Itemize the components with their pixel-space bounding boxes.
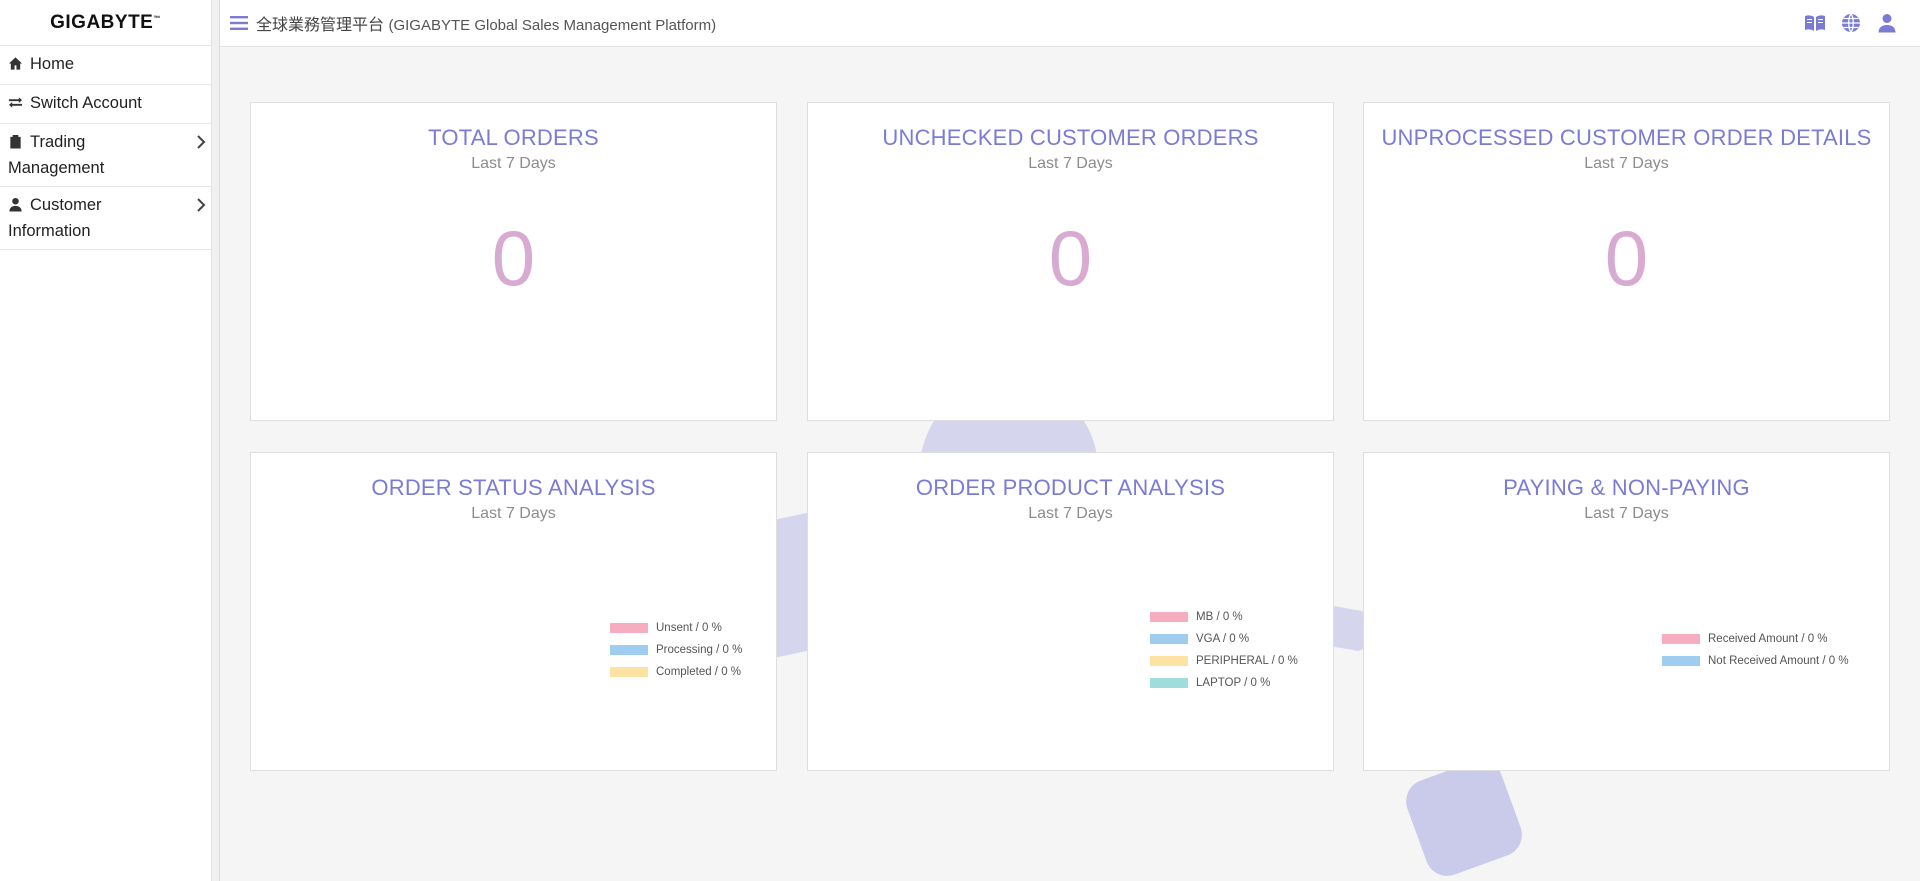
chevron-right-icon[interactable]	[195, 132, 207, 156]
sidebar: GIGABYTE™ Home Switch Account Trading Ma…	[0, 0, 212, 881]
book-icon[interactable]	[1804, 12, 1826, 34]
chevron-right-icon[interactable]	[195, 195, 207, 219]
sidebar-item-label: Switch Account	[30, 94, 142, 112]
hamburger-menu-icon[interactable]	[230, 13, 250, 33]
home-icon	[8, 54, 24, 78]
unprocessed-order-details-card: UNPROCESSED CUSTOMER ORDER DETAILS Last …	[1363, 102, 1890, 421]
paying-non-paying-card: PAYING & NON-PAYING Last 7 Days Received…	[1363, 452, 1890, 771]
card-subtitle: Last 7 Days	[471, 505, 556, 522]
legend-item[interactable]: Processing / 0 %	[610, 639, 742, 661]
gigabyte-logo[interactable]: GIGABYTE™	[0, 0, 211, 46]
user-icon[interactable]	[1876, 12, 1898, 34]
card-subtitle: Last 7 Days	[1028, 505, 1113, 522]
legend-item[interactable]: Unsent / 0 %	[610, 617, 742, 639]
legend-label: Completed / 0 %	[656, 666, 742, 678]
legend-item[interactable]: Completed / 0 %	[610, 661, 742, 683]
legend-label: Not Received Amount / 0 %	[1708, 655, 1849, 667]
legend-swatch	[1150, 612, 1188, 622]
legend-label: PERIPHERAL / 0 %	[1196, 655, 1298, 667]
legend-label: VGA / 0 %	[1196, 633, 1250, 645]
unchecked-orders-value: 0	[808, 219, 1333, 297]
legend-item[interactable]: LAPTOP / 0 %	[1150, 672, 1298, 694]
unchecked-customer-orders-card: UNCHECKED CUSTOMER ORDERS Last 7 Days 0	[807, 102, 1334, 421]
unprocessed-details-value: 0	[1364, 219, 1889, 297]
card-subtitle: Last 7 Days	[1028, 155, 1113, 172]
sidebar-item-trading-management[interactable]: Trading Management	[0, 124, 211, 187]
legend-item[interactable]: Not Received Amount / 0 %	[1662, 650, 1849, 672]
legend-swatch	[1662, 634, 1700, 644]
legend-swatch	[1150, 634, 1188, 644]
card-subtitle: Last 7 Days	[1584, 505, 1669, 522]
legend-label: Processing / 0 %	[656, 644, 743, 656]
card-title: UNCHECKED CUSTOMER ORDERS	[882, 125, 1259, 150]
page-title: 全球業務管理平台 (GIGABYTE Global Sales Manageme…	[256, 15, 717, 34]
total-orders-value: 0	[251, 219, 776, 297]
clipboard-icon	[8, 132, 24, 156]
sidebar-item-customer-information[interactable]: Customer Information	[0, 187, 211, 250]
legend-swatch	[1150, 656, 1188, 666]
legend-swatch	[610, 623, 648, 633]
decorative-shape	[1399, 753, 1529, 881]
legend-label: MB / 0 %	[1196, 611, 1243, 623]
sidebar-item-home[interactable]: Home	[0, 46, 211, 85]
card-title: PAYING & NON-PAYING	[1503, 475, 1750, 500]
globe-icon[interactable]	[1840, 12, 1862, 34]
legend-item[interactable]: Received Amount / 0 %	[1662, 628, 1849, 650]
order-status-analysis-card: ORDER STATUS ANALYSIS Last 7 Days Unsent…	[250, 452, 777, 771]
legend-item[interactable]: VGA / 0 %	[1150, 628, 1298, 650]
sidebar-item-switch-account[interactable]: Switch Account	[0, 85, 211, 124]
chart-legend: Unsent / 0 % Processing / 0 % Completed …	[610, 617, 742, 683]
card-title: TOTAL ORDERS	[428, 125, 599, 150]
switch-icon	[8, 93, 24, 117]
sidebar-divider	[212, 0, 220, 881]
user-icon	[8, 195, 24, 219]
chart-legend: MB / 0 % VGA / 0 % PERIPHERAL / 0 % LAPT…	[1150, 606, 1298, 694]
card-title: ORDER STATUS ANALYSIS	[371, 475, 656, 500]
legend-label: Unsent / 0 %	[656, 622, 722, 634]
total-orders-card: TOTAL ORDERS Last 7 Days 0	[250, 102, 777, 421]
card-title: ORDER PRODUCT ANALYSIS	[915, 475, 1226, 500]
legend-item[interactable]: PERIPHERAL / 0 %	[1150, 650, 1298, 672]
legend-swatch	[1150, 678, 1188, 688]
legend-label: LAPTOP / 0 %	[1196, 677, 1271, 689]
legend-swatch	[610, 645, 648, 655]
legend-item[interactable]: MB / 0 %	[1150, 606, 1298, 628]
card-title: UNPROCESSED CUSTOMER ORDER DETAILS	[1381, 125, 1872, 150]
top-header: 全球業務管理平台 (GIGABYTE Global Sales Manageme…	[220, 0, 1920, 47]
order-product-analysis-card: ORDER PRODUCT ANALYSIS Last 7 Days MB / …	[807, 452, 1334, 771]
chart-legend: Received Amount / 0 % Not Received Amoun…	[1662, 628, 1849, 672]
card-subtitle: Last 7 Days	[1584, 155, 1669, 172]
card-subtitle: Last 7 Days	[471, 155, 556, 172]
legend-label: Received Amount / 0 %	[1708, 633, 1828, 645]
sidebar-item-label: Home	[30, 55, 75, 73]
header-actions	[1804, 12, 1898, 34]
legend-swatch	[610, 667, 648, 677]
legend-swatch	[1662, 656, 1700, 666]
